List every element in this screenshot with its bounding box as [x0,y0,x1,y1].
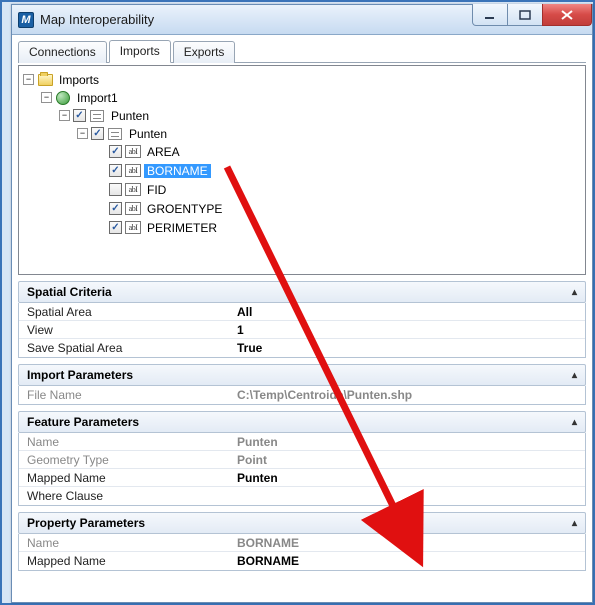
tab-connections[interactable]: Connections [18,41,107,63]
prop-label: Save Spatial Area [27,341,237,355]
prop-row[interactable]: View 1 [19,321,585,339]
field-icon: abI [125,145,141,158]
checkbox[interactable] [73,109,86,122]
tab-exports[interactable]: Exports [173,41,236,63]
prop-value: True [237,341,577,355]
collapse-arrow-icon: ▴ [572,518,577,529]
prop-label: Mapped Name [27,471,237,485]
tree-node-punten-source[interactable]: − Punten [59,107,581,124]
prop-value: BORNAME [237,536,577,550]
field-icon: abI [125,183,141,196]
prop-row[interactable]: Name Punten [19,433,585,451]
prop-label: Name [27,435,237,449]
prop-value: Punten [237,435,577,449]
prop-label: Mapped Name [27,554,237,568]
prop-label: View [27,323,237,337]
section-title: Property Parameters [27,516,145,530]
collapse-icon[interactable]: − [23,74,34,85]
checkbox[interactable] [109,145,122,158]
window-title: Map Interoperability [40,12,154,27]
prop-row[interactable]: Save Spatial Area True [19,339,585,357]
collapse-arrow-icon: ▴ [572,287,577,298]
tree-node-import1[interactable]: − Import1 [41,89,581,106]
prop-row[interactable]: Mapped Name Punten [19,469,585,487]
tree-label: BORNAME [144,164,211,178]
checkbox[interactable] [91,127,104,140]
prop-value: BORNAME [237,554,577,568]
prop-label: File Name [27,388,237,402]
section-header[interactable]: Spatial Criteria ▴ [18,281,586,303]
prop-label: Geometry Type [27,453,237,467]
section-header[interactable]: Feature Parameters ▴ [18,411,586,433]
folder-icon [37,72,53,88]
tree-node-field-area[interactable]: abI AREA [95,143,581,160]
feature-icon [107,126,123,142]
prop-label: Spatial Area [27,305,237,319]
prop-value: Point [237,453,577,467]
prop-value: All [237,305,577,319]
section-property-parameters: Property Parameters ▴ Name BORNAME Mappe… [18,512,586,571]
tab-imports[interactable]: Imports [109,40,171,63]
map-interoperability-window: M Map Interoperability Connections Impor… [11,4,593,603]
section-feature-parameters: Feature Parameters ▴ Name Punten Geometr… [18,411,586,506]
tree-label: Punten [108,109,152,123]
checkbox[interactable] [109,164,122,177]
collapse-arrow-icon: ▴ [572,417,577,428]
prop-row[interactable]: Where Clause [19,487,585,505]
collapse-icon[interactable]: − [77,128,88,139]
checkbox[interactable] [109,221,122,234]
section-title: Feature Parameters [27,415,139,429]
tree-node-field-fid[interactable]: abI FID [95,181,581,198]
section-header[interactable]: Import Parameters ▴ [18,364,586,386]
field-icon: abI [125,164,141,177]
tree-label: Punten [126,127,170,141]
titlebar: M Map Interoperability [12,5,592,35]
layer-icon [89,108,105,124]
maximize-button[interactable] [507,4,543,26]
field-icon: abI [125,221,141,234]
imports-tree[interactable]: − Imports − Import1 [18,65,586,275]
close-button[interactable] [542,4,592,26]
collapse-icon[interactable]: − [59,110,70,121]
tree-label: PERIMETER [144,221,220,235]
section-spatial-criteria: Spatial Criteria ▴ Spatial Area All View… [18,281,586,358]
tree-node-punten-feature[interactable]: − Punten [77,125,581,142]
tree-label: FID [144,183,169,197]
tree-node-field-borname[interactable]: abI BORNAME [95,162,581,179]
prop-row[interactable]: File Name C:\Temp\Centroide\Punten.shp [19,386,585,404]
prop-value: Punten [237,471,577,485]
section-import-parameters: Import Parameters ▴ File Name C:\Temp\Ce… [18,364,586,405]
field-icon: abI [125,202,141,215]
tree-label: AREA [144,145,183,159]
prop-row[interactable]: Mapped Name BORNAME [19,552,585,570]
globe-icon [55,90,71,106]
collapse-icon[interactable]: − [41,92,52,103]
section-title: Spatial Criteria [27,285,112,299]
collapse-arrow-icon: ▴ [572,370,577,381]
tab-strip: Connections Imports Exports [18,41,586,63]
prop-value: 1 [237,323,577,337]
tree-node-imports[interactable]: − Imports [23,71,581,88]
section-title: Import Parameters [27,368,133,382]
prop-label: Name [27,536,237,550]
tree-label: Imports [56,73,102,87]
minimize-button[interactable] [472,4,508,26]
tree-node-field-groentype[interactable]: abI GROENTYPE [95,200,581,217]
checkbox[interactable] [109,202,122,215]
app-icon: M [18,12,34,28]
section-header[interactable]: Property Parameters ▴ [18,512,586,534]
prop-value: C:\Temp\Centroide\Punten.shp [237,388,577,402]
prop-row[interactable]: Geometry Type Point [19,451,585,469]
prop-row[interactable]: Name BORNAME [19,534,585,552]
tree-label: GROENTYPE [144,202,225,216]
prop-row[interactable]: Spatial Area All [19,303,585,321]
tree-node-field-perimeter[interactable]: abI PERIMETER [95,219,581,236]
prop-label: Where Clause [27,489,237,503]
tree-label: Import1 [74,91,121,105]
checkbox[interactable] [109,183,122,196]
